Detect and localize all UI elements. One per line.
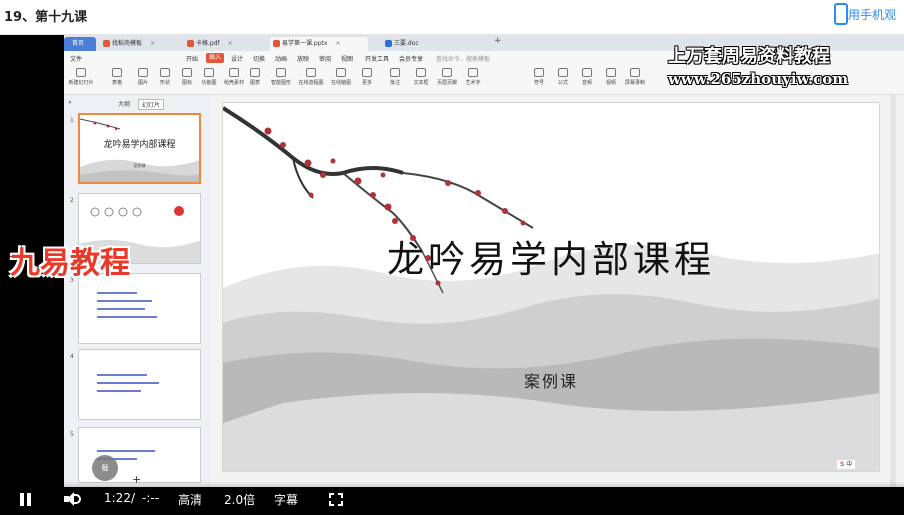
tool-more[interactable]: 更多	[352, 68, 382, 86]
slide-panel: « 大纲 幻灯片 1 龙吟易学内部课程 案例课 2 3 4 5 +	[64, 95, 211, 487]
volume-icon[interactable]	[64, 492, 82, 506]
smartart-icon	[276, 68, 286, 77]
video-player[interactable]: 首页 找稻壳模板 × 卡格.pdf × 易学第一课.pptx × 三要.doc + 文…	[0, 35, 904, 515]
formula-icon	[558, 68, 568, 77]
slide-number: 2	[70, 197, 74, 204]
fullscreen-icon[interactable]	[329, 493, 343, 506]
slide-thumb-4[interactable]	[78, 349, 201, 420]
tool-screen-record[interactable]: 屏幕录制	[620, 68, 650, 86]
tab-template[interactable]: 找稻壳模板 ×	[100, 37, 155, 51]
picture-icon	[138, 68, 148, 77]
function-chart-icon	[204, 68, 214, 77]
duration: -:--	[142, 491, 160, 505]
tool-wordart[interactable]: 艺术字	[458, 68, 488, 86]
slide-number: 1	[70, 117, 74, 124]
menu-insert[interactable]: 插入	[206, 53, 225, 63]
menu-review[interactable]: 审阅	[319, 54, 331, 63]
audio-icon	[582, 68, 592, 77]
video-icon	[606, 68, 616, 77]
player-controls: 1:22 / -:-- 高清 2.0倍 字幕	[0, 481, 904, 515]
ink-landscape-art	[223, 106, 879, 471]
tab-outline[interactable]: 大纲	[118, 99, 130, 108]
brand-logo: 九易教程	[10, 246, 130, 281]
wordart-icon	[468, 68, 478, 77]
phone-watch-link[interactable]: 用手机观	[848, 6, 896, 23]
more-icon	[362, 68, 372, 77]
menu-view[interactable]: 视图	[341, 54, 353, 63]
screenshot-button[interactable]: 截	[92, 455, 118, 481]
tab-slides[interactable]: 幻灯片	[138, 99, 165, 110]
tab-home[interactable]: 首页	[64, 37, 96, 51]
speed-button[interactable]: 2.0倍	[224, 491, 255, 508]
watermark-title: 上万套周易资料教程	[668, 46, 830, 67]
slide-thumb-1[interactable]: 龙吟易学内部课程 案例课	[78, 113, 201, 184]
tool-flowchart[interactable]: 在线流程图	[296, 68, 326, 86]
new-slide-icon	[76, 68, 86, 77]
wps-screen: 首页 找稻壳模板 × 卡格.pdf × 易学第一课.pptx × 三要.doc + 文…	[64, 35, 904, 487]
symbol-icon	[534, 68, 544, 77]
menu-design[interactable]: 设计	[231, 54, 243, 63]
menu-developer[interactable]: 开发工具	[365, 54, 389, 63]
phone-icon[interactable]	[834, 3, 848, 25]
menu-animation[interactable]: 动画	[275, 54, 287, 63]
current-time: 1:22	[104, 491, 131, 505]
pptx-icon	[273, 40, 280, 47]
slide-thumb-3[interactable]	[78, 273, 201, 344]
table-icon	[112, 68, 122, 77]
menu-start[interactable]: 开始	[186, 54, 198, 63]
pdf-icon	[187, 40, 194, 47]
tool-smartart[interactable]: 智能图形	[266, 68, 296, 86]
menu-slideshow[interactable]: 放映	[297, 54, 309, 63]
mindmap-icon	[336, 68, 346, 77]
header-footer-icon	[442, 68, 452, 77]
tab-pdf[interactable]: 卡格.pdf ×	[184, 37, 233, 51]
slide-number: 4	[70, 353, 74, 360]
screen-record-icon	[630, 68, 640, 77]
doc-icon	[385, 40, 392, 47]
page-title: 19、第十九课	[4, 10, 88, 25]
menu-transition[interactable]: 切换	[253, 54, 265, 63]
thumb-title: 龙吟易学内部课程	[103, 140, 176, 150]
tab-pptx[interactable]: 易学第一课.pptx ×	[270, 37, 368, 51]
template-icon	[103, 40, 110, 47]
vertical-scrollbar[interactable]	[890, 95, 896, 487]
time-separator: /	[131, 491, 136, 505]
subtitle-button[interactable]: 字幕	[274, 491, 298, 508]
page-header: 19、第十九课 用手机观	[0, 0, 904, 35]
watermark-url: www.265zhouyiw.com	[668, 70, 849, 88]
ime-toolbar[interactable]: S 中	[836, 459, 857, 470]
new-tab-button[interactable]: +	[494, 36, 502, 46]
slide-title: 龙吟易学内部课程	[387, 238, 715, 281]
command-search[interactable]: 查找命令、搜索模板	[436, 54, 490, 63]
material-icon	[229, 68, 239, 77]
panel-collapse-icon[interactable]: «	[68, 99, 72, 106]
quality-button[interactable]: 高清	[178, 491, 202, 508]
tool-new-slide[interactable]: 新建幻灯片	[66, 68, 96, 86]
panel-tabs: « 大纲 幻灯片	[64, 97, 211, 110]
pause-icon[interactable]	[20, 493, 32, 506]
thumb-subtitle: 案例课	[133, 163, 146, 168]
tab-doc[interactable]: 三要.doc	[382, 37, 490, 51]
slide-canvas[interactable]: 龙吟易学内部课程 案例课	[222, 102, 880, 472]
menu-file[interactable]: 文件	[70, 54, 82, 63]
comment-icon	[390, 68, 400, 77]
slide-subtitle: 案例课	[523, 372, 578, 391]
flowchart-icon	[306, 68, 316, 77]
shape-icon	[160, 68, 170, 77]
menu-member[interactable]: 会员专享	[399, 54, 423, 63]
icon-library-icon	[182, 68, 192, 77]
chart-icon	[250, 68, 260, 77]
slide-number: 5	[70, 431, 74, 438]
textbox-icon	[416, 68, 426, 77]
